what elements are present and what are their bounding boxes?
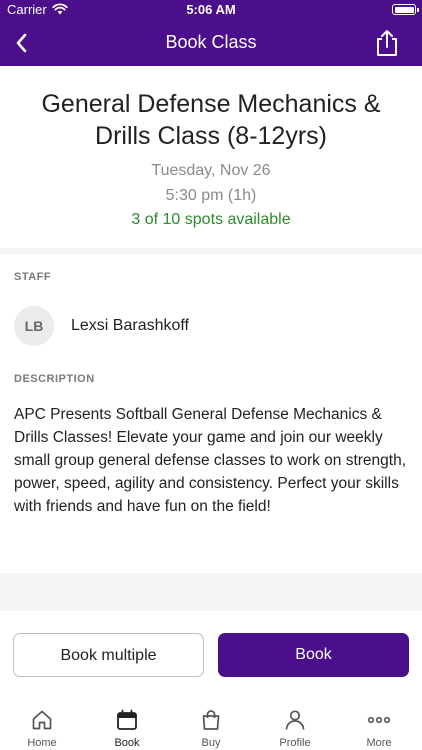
tab-profile[interactable]: Profile <box>265 700 325 750</box>
book-multiple-button[interactable]: Book multiple <box>13 633 204 677</box>
tab-home[interactable]: Home <box>12 700 72 750</box>
tab-label: More <box>366 737 392 749</box>
tab-label: Home <box>27 737 57 749</box>
page-title: Book Class <box>165 32 257 52</box>
spots-available: 3 of 10 spots available <box>131 211 291 228</box>
tab-label: Book <box>114 737 140 749</box>
tab-label: Buy <box>201 737 221 749</box>
book-button[interactable]: Book <box>218 633 409 677</box>
calendar-icon <box>117 709 137 730</box>
navigation-bar: Book Class <box>0 20 422 66</box>
content-footer-divider <box>0 573 422 611</box>
avatar: LB <box>14 306 54 346</box>
tab-bar: Home Book Buy Profile More <box>0 700 422 750</box>
class-description: APC Presents Softball General Defense Me… <box>14 406 407 515</box>
staff-name[interactable]: Lexsi Barashkoff <box>71 317 189 335</box>
tab-book[interactable]: Book <box>97 700 157 750</box>
home-icon <box>32 710 52 730</box>
class-header: General Defense Mechanics & Drills Class… <box>0 66 422 248</box>
class-title: General Defense Mechanics & Drills Class… <box>41 90 381 150</box>
battery-icon <box>392 4 419 15</box>
share-icon[interactable] <box>374 28 400 58</box>
clock: 5:06 AM <box>186 2 236 17</box>
tab-buy[interactable]: Buy <box>181 700 241 750</box>
tab-more[interactable]: More <box>349 700 409 750</box>
description-section-label: DESCRIPTION <box>14 373 95 385</box>
status-bar: Carrier 5:06 AM <box>0 0 422 20</box>
staff-section-label: STAFF <box>14 271 52 283</box>
shopping-bag-icon <box>202 710 220 730</box>
tab-label: Profile <box>279 737 311 749</box>
section-divider <box>0 248 422 254</box>
person-icon <box>285 710 305 730</box>
more-dots-icon <box>367 716 391 724</box>
class-time: 5:30 pm (1h) <box>165 187 257 204</box>
class-date: Tuesday, Nov 26 <box>151 162 271 179</box>
